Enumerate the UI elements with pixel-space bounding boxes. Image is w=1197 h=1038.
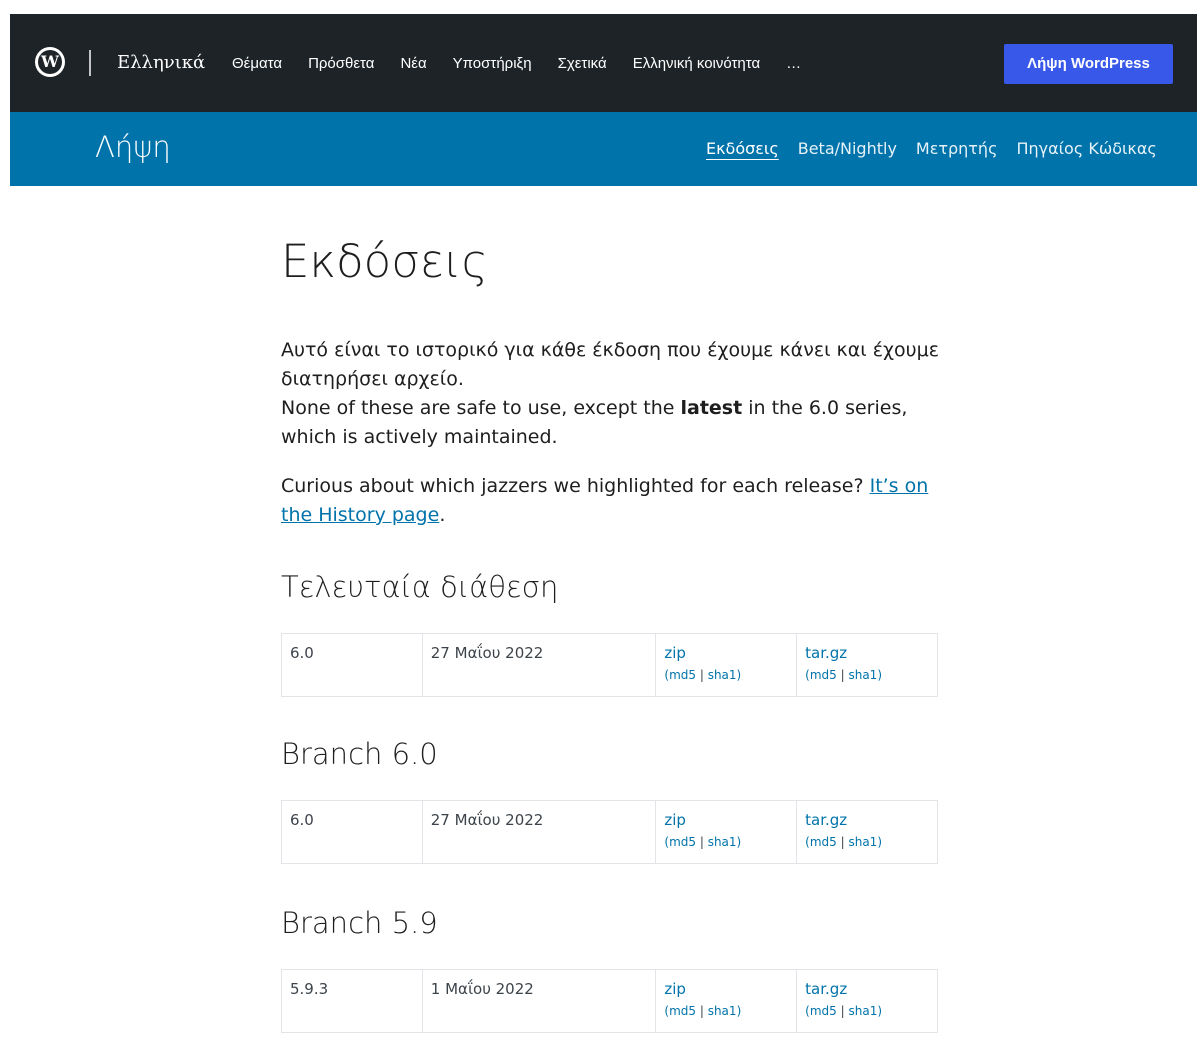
zip-download-cell: zip (md5 | sha1) xyxy=(655,633,798,697)
release-date: 1 Μαΐου 2022 xyxy=(421,969,657,1033)
latest-release-heading: Τελευταία διάθεση xyxy=(281,570,559,604)
subnav-releases[interactable]: Εκδόσεις xyxy=(706,139,779,158)
intro-paragraph: Αυτό είναι το ιστορικό για κάθε έκδοση π… xyxy=(281,336,941,452)
section-title[interactable]: Λήψη xyxy=(95,130,171,164)
zip-checksums: (md5 | sha1) xyxy=(664,835,742,849)
md5-link[interactable]: md5 xyxy=(810,668,837,682)
intro-line-safety-pre: None of these are safe to use, except th… xyxy=(281,397,681,419)
global-header: W Ελληνικά Θέματα Πρόσθετα Νέα Υποστήριξ… xyxy=(10,14,1197,112)
history-period: . xyxy=(439,504,446,526)
nav-news[interactable]: Νέα xyxy=(400,55,426,72)
sha1-link[interactable]: sha1 xyxy=(848,668,877,682)
subnav-beta-nightly[interactable]: Beta/Nightly xyxy=(798,139,897,158)
intro-text: Αυτό είναι το ιστορικό για κάθε έκδοση π… xyxy=(281,336,941,530)
zip-checksums: (md5 | sha1) xyxy=(664,668,742,682)
table-row: 6.0 27 Μαΐου 2022 zip (md5 | sha1) tar.g… xyxy=(281,633,938,697)
nav-about[interactable]: Σχετικά xyxy=(558,55,607,72)
sha1-link[interactable]: sha1 xyxy=(708,668,737,682)
intro-latest-bold: latest xyxy=(680,397,743,419)
zip-checksums: (md5 | sha1) xyxy=(664,1004,742,1018)
md5-link[interactable]: md5 xyxy=(669,835,696,849)
main-nav: Θέματα Πρόσθετα Νέα Υποστήριξη Σχετικά Ε… xyxy=(232,55,801,72)
section-header: Λήψη Εκδόσεις Beta/Nightly Μετρητής Πηγα… xyxy=(10,112,1197,186)
wordpress-logo-letter: W xyxy=(38,50,62,74)
targz-checksums: (md5 | sha1) xyxy=(805,835,883,849)
sha1-link[interactable]: sha1 xyxy=(708,1004,737,1018)
page-title: Εκδόσεις xyxy=(281,235,488,288)
branch-5-9-heading: Branch 5.9 xyxy=(281,906,438,940)
targz-checksums: (md5 | sha1) xyxy=(805,1004,883,1018)
zip-download-link[interactable]: zip xyxy=(664,644,788,662)
release-version: 6.0 xyxy=(281,800,423,864)
locale-link[interactable]: Ελληνικά xyxy=(117,52,205,73)
nav-community[interactable]: Ελληνική κοινότητα xyxy=(633,55,760,72)
wordpress-logo-icon[interactable]: W xyxy=(35,47,65,77)
history-paragraph: Curious about which jazzers we highlight… xyxy=(281,472,941,530)
intro-line-greek: Αυτό είναι το ιστορικό για κάθε έκδοση π… xyxy=(281,339,939,390)
targz-download-cell: tar.gz (md5 | sha1) xyxy=(796,633,938,697)
release-date: 27 Μαΐου 2022 xyxy=(421,800,657,864)
subnav-counter[interactable]: Μετρητής xyxy=(916,139,998,158)
targz-download-link[interactable]: tar.gz xyxy=(805,980,929,998)
nav-plugins[interactable]: Πρόσθετα xyxy=(308,55,374,72)
release-version: 5.9.3 xyxy=(281,969,423,1033)
nav-themes[interactable]: Θέματα xyxy=(232,55,282,72)
section-nav: Εκδόσεις Beta/Nightly Μετρητής Πηγαίος Κ… xyxy=(706,139,1157,158)
get-wordpress-button[interactable]: Λήψη WordPress xyxy=(1004,44,1173,84)
targz-download-cell: tar.gz (md5 | sha1) xyxy=(796,800,938,864)
md5-link[interactable]: md5 xyxy=(810,1004,837,1018)
table-row: 5.9.3 1 Μαΐου 2022 zip (md5 | sha1) tar.… xyxy=(281,969,938,1033)
release-date: 27 Μαΐου 2022 xyxy=(421,633,657,697)
md5-link[interactable]: md5 xyxy=(669,1004,696,1018)
zip-download-link[interactable]: zip xyxy=(664,811,788,829)
nav-more[interactable]: … xyxy=(786,55,801,72)
latest-release-table: 6.0 27 Μαΐου 2022 zip (md5 | sha1) tar.g… xyxy=(281,633,938,697)
md5-link[interactable]: md5 xyxy=(810,835,837,849)
subnav-source-code[interactable]: Πηγαίος Κώδικας xyxy=(1016,139,1156,158)
logo-divider xyxy=(89,50,91,76)
sha1-link[interactable]: sha1 xyxy=(848,835,877,849)
targz-checksums: (md5 | sha1) xyxy=(805,668,883,682)
table-row: 6.0 27 Μαΐου 2022 zip (md5 | sha1) tar.g… xyxy=(281,800,938,864)
zip-download-cell: zip (md5 | sha1) xyxy=(655,969,798,1033)
sha1-link[interactable]: sha1 xyxy=(708,835,737,849)
targz-download-link[interactable]: tar.gz xyxy=(805,644,929,662)
main-content: Εκδόσεις Αυτό είναι το ιστορικό για κάθε… xyxy=(281,230,941,1033)
zip-download-cell: zip (md5 | sha1) xyxy=(655,800,798,864)
history-text: Curious about which jazzers we highlight… xyxy=(281,475,870,497)
targz-download-cell: tar.gz (md5 | sha1) xyxy=(796,969,938,1033)
sha1-link[interactable]: sha1 xyxy=(848,1004,877,1018)
targz-download-link[interactable]: tar.gz xyxy=(805,811,929,829)
branch-5-9-table: 5.9.3 1 Μαΐου 2022 zip (md5 | sha1) tar.… xyxy=(281,969,938,1033)
branch-6-0-table: 6.0 27 Μαΐου 2022 zip (md5 | sha1) tar.g… xyxy=(281,800,938,864)
release-version: 6.0 xyxy=(281,633,423,697)
nav-support[interactable]: Υποστήριξη xyxy=(453,55,532,72)
branch-6-0-heading: Branch 6.0 xyxy=(281,737,438,771)
md5-link[interactable]: md5 xyxy=(669,668,696,682)
zip-download-link[interactable]: zip xyxy=(664,980,788,998)
